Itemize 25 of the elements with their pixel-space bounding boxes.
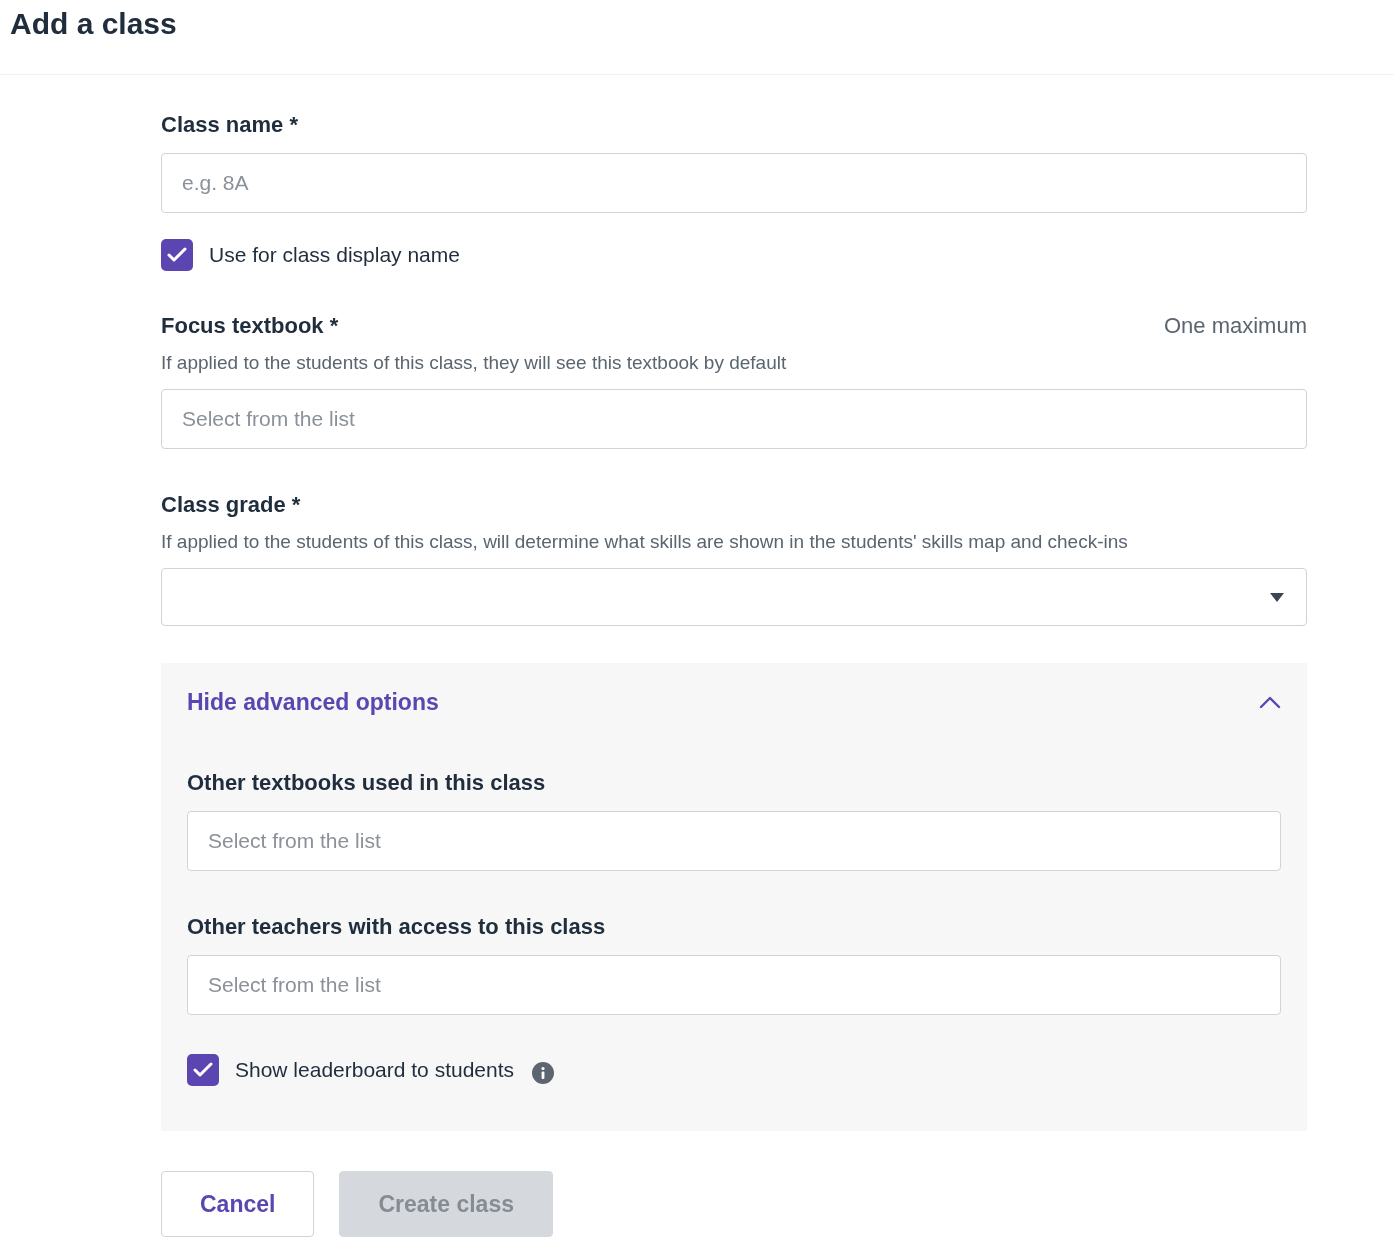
dropdown-field[interactable] (161, 568, 1307, 626)
page-title: Add a class (10, 6, 177, 42)
checkbox[interactable] (161, 239, 193, 271)
field-label: Other teachers with access to this class (187, 914, 606, 940)
select-field[interactable]: Select from the list (161, 389, 1307, 449)
chevron-icon[interactable] (1259, 695, 1281, 709)
field-label: Other textbooks used in this class (187, 770, 546, 796)
field-hint: If applied to the students of this class, they will see this textbook by default (161, 351, 788, 375)
check-icon (193, 1062, 213, 1078)
check-icon (167, 247, 187, 263)
info-icon[interactable] (532, 1062, 555, 1084)
field-hint: If applied to the students of this class, will determine what skills are shown in the students' skills map and check-ins (161, 530, 1129, 554)
checkbox[interactable] (187, 1054, 219, 1086)
cancel-button[interactable]: Cancel (161, 1171, 315, 1237)
checkbox-label: Use for class display name (209, 243, 460, 267)
input-field[interactable]: e.g. 8A (161, 153, 1307, 213)
field-label: Class name * (161, 112, 298, 138)
field-label: Class grade * (161, 492, 301, 518)
advanced-options-toggle[interactable]: Hide advanced options (187, 689, 439, 715)
field-label: Focus textbook * (161, 313, 339, 339)
caret-icon (1270, 593, 1284, 602)
select-field[interactable]: Select from the list (187, 955, 1281, 1015)
select-field[interactable]: Select from the list (187, 811, 1281, 871)
limit-note: One maximum (1163, 313, 1307, 339)
checkbox-label: Show leaderboard to students (235, 1058, 515, 1082)
